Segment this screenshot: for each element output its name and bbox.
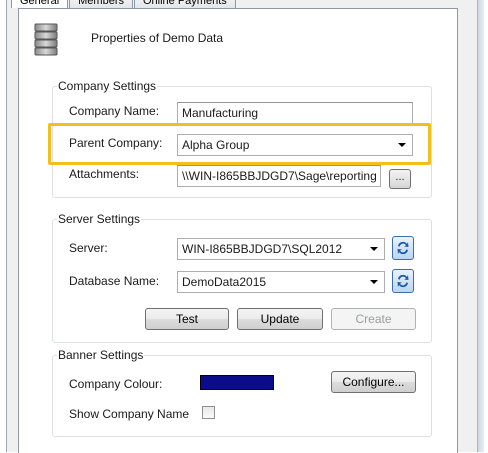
company-settings-legend: Company Settings [57, 78, 158, 94]
database-icon [34, 23, 58, 56]
tab-general[interactable]: General [11, 0, 69, 8]
parent-company-value: Alpha Group [182, 138, 250, 152]
show-company-name-checkbox[interactable] [202, 406, 215, 419]
refresh-icon [397, 241, 409, 255]
server-settings-legend: Server Settings [57, 211, 142, 227]
database-dropdown[interactable]: DemoData2015 [177, 271, 385, 293]
chevron-down-icon [370, 280, 378, 284]
tab-strip: General Members Online Payments [11, 0, 237, 8]
attachments-field[interactable]: \\WIN-I865BBJDGD7\Sage\reporting [177, 165, 381, 187]
browse-button[interactable]: ... [389, 169, 411, 189]
database-value: DemoData2015 [182, 275, 267, 289]
show-company-name-label: Show Company Name [69, 407, 190, 421]
chevron-down-icon [370, 247, 378, 251]
tab-online-payments[interactable]: Online Payments [133, 0, 236, 8]
page-title: Properties of Demo Data [91, 31, 224, 45]
server-value: WIN-I865BBJDGD7\SQL2012 [182, 242, 343, 256]
configure-button[interactable]: Configure... [331, 371, 416, 393]
company-name-field[interactable]: Manufacturing [177, 102, 413, 124]
server-label: Server: [69, 241, 108, 255]
chevron-down-icon [398, 143, 406, 147]
test-button[interactable]: Test [145, 308, 229, 330]
parent-company-label: Parent Company: [69, 136, 163, 150]
attachments-label: Attachments: [69, 167, 140, 181]
window-border [477, 0, 484, 452]
parent-company-dropdown[interactable]: Alpha Group [177, 134, 413, 156]
company-name-label: Company Name: [69, 104, 160, 118]
server-dropdown[interactable]: WIN-I865BBJDGD7\SQL2012 [177, 238, 385, 260]
tab-members[interactable]: Members [69, 0, 133, 8]
update-button[interactable]: Update [237, 308, 323, 330]
company-colour-label: Company Colour: [69, 377, 163, 391]
create-button[interactable]: Create [331, 308, 416, 330]
database-name-label: Database Name: [69, 274, 160, 288]
banner-settings-legend: Banner Settings [57, 347, 145, 363]
company-colour-swatch [200, 375, 274, 390]
refresh-database-button[interactable] [392, 269, 414, 293]
refresh-server-button[interactable] [392, 236, 414, 260]
refresh-icon [397, 274, 409, 288]
banner-settings-group: Banner Settings [52, 347, 432, 437]
